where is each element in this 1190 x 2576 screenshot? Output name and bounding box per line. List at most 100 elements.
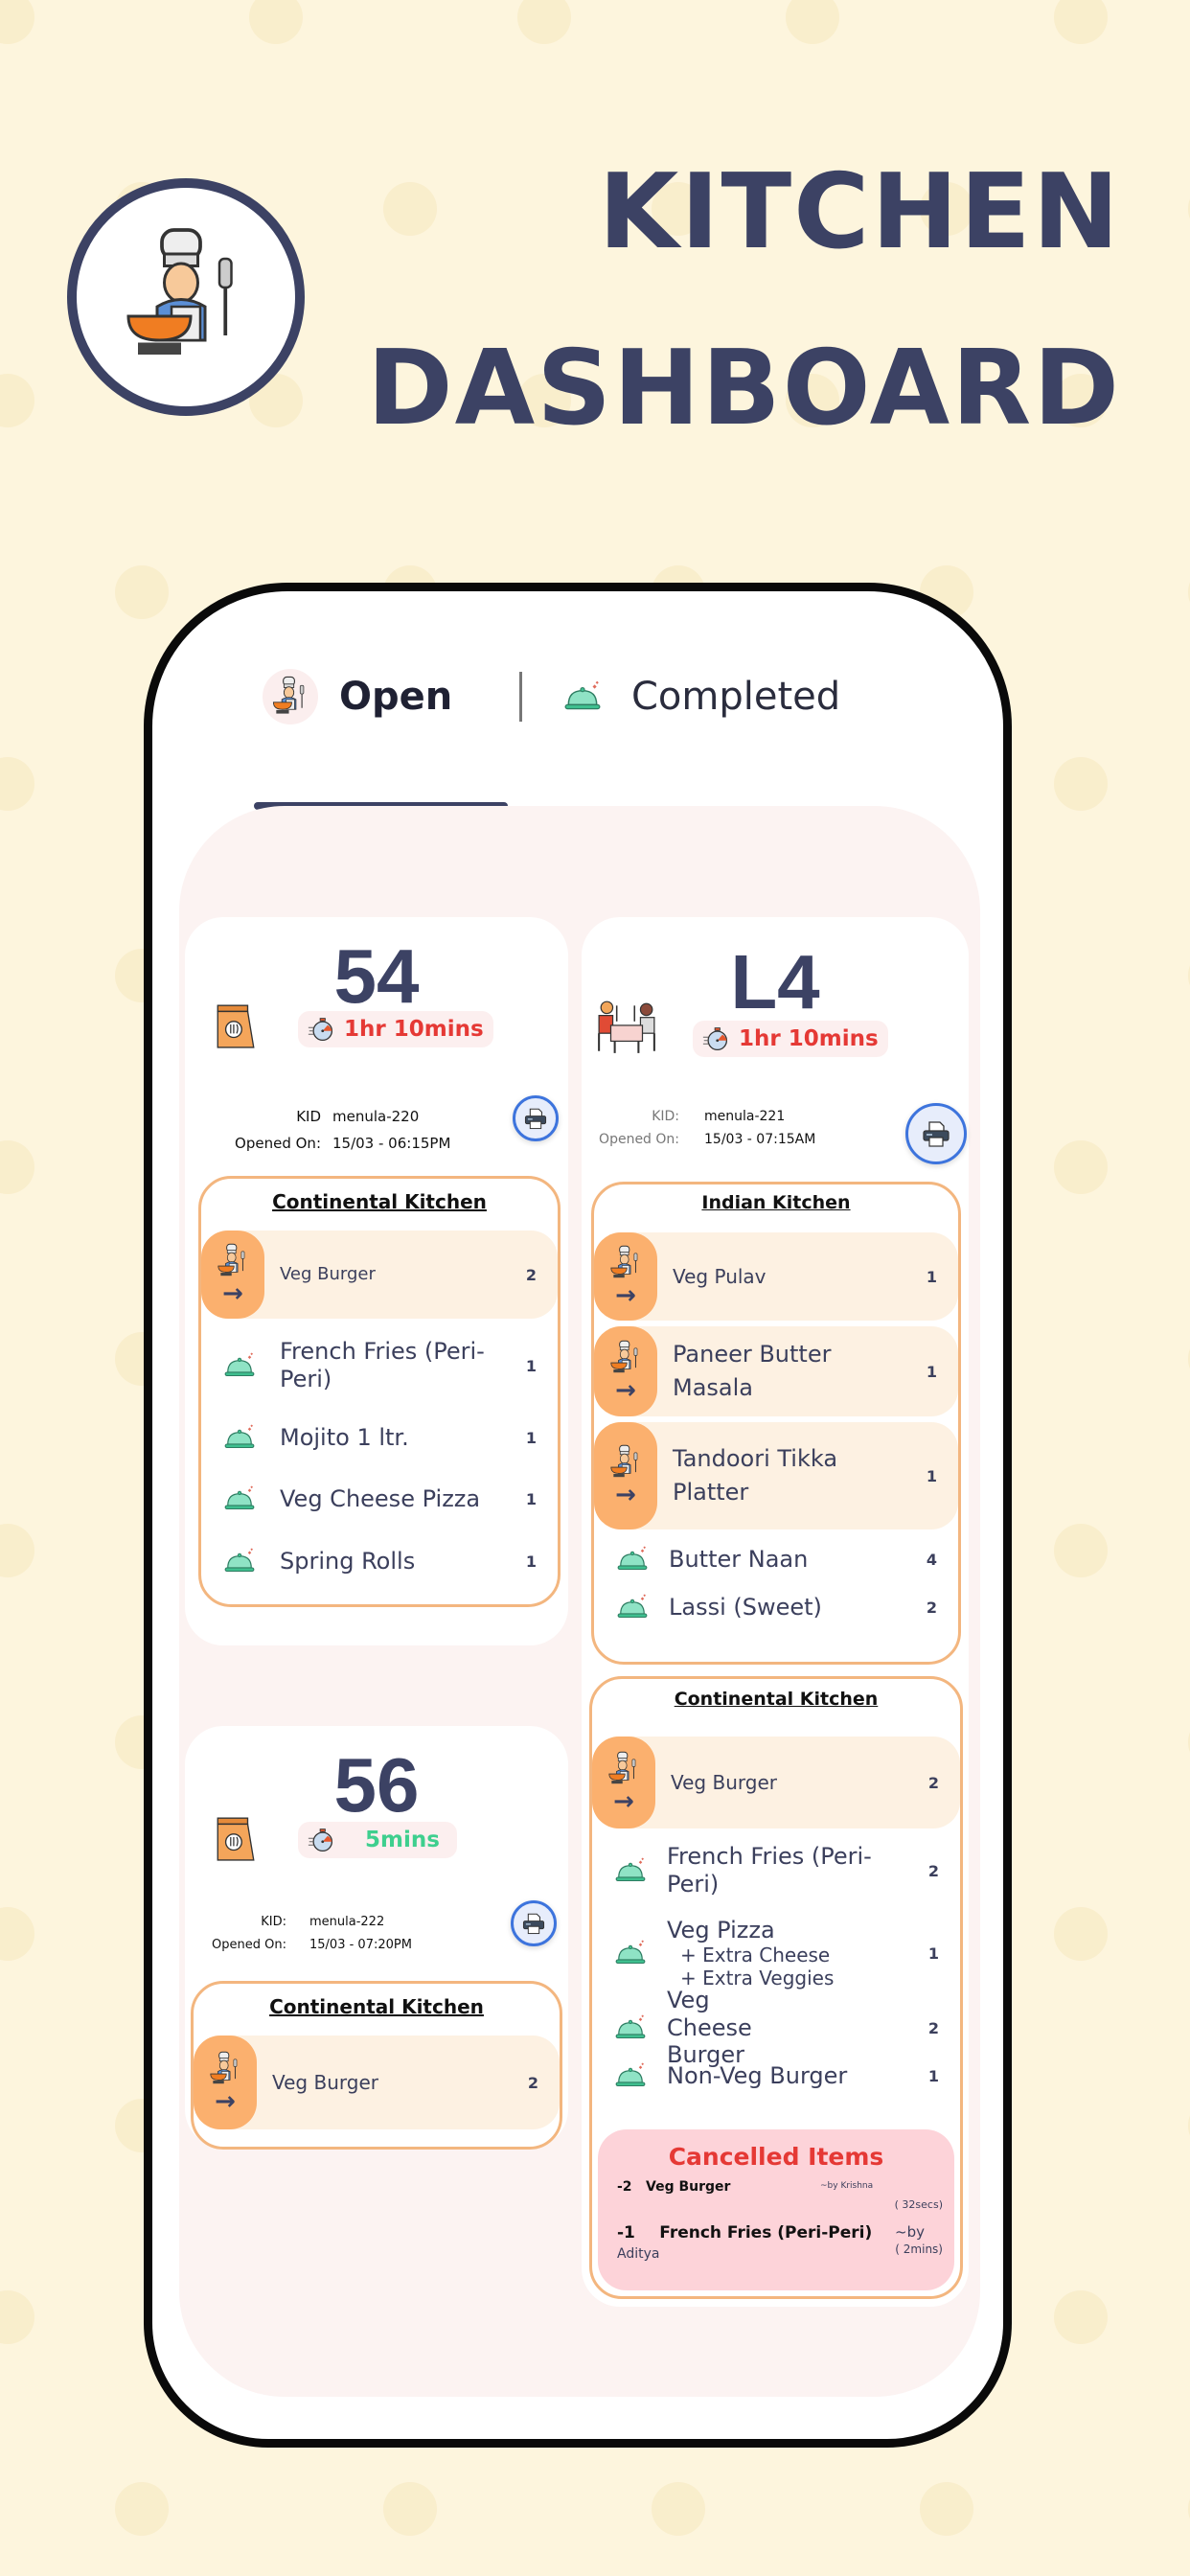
mark-ready-button[interactable]: → — [594, 1326, 657, 1416]
item-qty: 2 — [927, 1773, 939, 1792]
background-food-motif — [1054, 1524, 1108, 1577]
kid-label: KID: — [261, 1914, 286, 1929]
item-name: Veg Burger — [272, 2071, 378, 2094]
tab-completed-label: Completed — [631, 675, 841, 719]
cancelled-time: ( 32secs) — [894, 2198, 943, 2211]
background-food-motif — [115, 2482, 169, 2536]
background-food-motif — [383, 182, 437, 236]
cloche-icon — [201, 1485, 266, 1512]
item-qty: 1 — [525, 1356, 537, 1375]
order-number: 56 — [333, 1742, 420, 1828]
mark-ready-button[interactable]: → — [194, 2036, 257, 2129]
arrow-right-icon: → — [613, 1787, 634, 1816]
print-button[interactable] — [905, 1103, 967, 1164]
order-meta: KID: menula-221 Opened On: 15/03 - 07:15AM — [591, 1105, 815, 1151]
background-food-motif — [0, 0, 34, 44]
opened-on-value: 15/03 - 06:15PM — [332, 1135, 451, 1152]
order-timer: 1hr 10mins — [298, 1011, 493, 1047]
item-name: Paneer Butter Masala — [673, 1341, 832, 1401]
opened-on-value: 15/03 - 07:20PM — [309, 1937, 412, 1952]
printer-icon — [921, 1118, 951, 1149]
kid-value: menula-221 — [704, 1109, 786, 1124]
item-name: Veg Burger — [280, 1264, 376, 1285]
order-timer: 1hr 10mins — [693, 1021, 888, 1057]
kitchen-title: Indian Kitchen — [701, 1192, 851, 1213]
print-button[interactable] — [511, 1900, 557, 1946]
cloche-icon — [594, 1546, 659, 1573]
timer-value: 1hr 10mins — [344, 1017, 484, 1042]
order-meta: KID menula-220 Opened On: 15/03 - 06:15PM — [208, 1103, 450, 1157]
background-food-motif — [1054, 757, 1108, 811]
chef-icon — [606, 1751, 642, 1787]
chef-icon — [263, 669, 318, 724]
order-item-ready: Veg Cheese Pizza 1 — [201, 1468, 558, 1530]
chef-icon — [607, 1340, 644, 1376]
item-with-addons: Veg Pizza + Extra Cheese + Extra Veggies — [657, 1917, 901, 1990]
cancelled-name: French Fries (Peri-Peri) — [659, 2223, 873, 2242]
item-qty: 2 — [527, 2073, 538, 2092]
arrow-right-icon: → — [615, 1281, 636, 1310]
mark-ready-button[interactable]: → — [201, 1230, 264, 1319]
kid-label: KID: — [652, 1109, 679, 1124]
kid-value: menula-220 — [332, 1108, 420, 1125]
background-food-motif — [115, 565, 169, 619]
order-item-ready: French Fries (Peri-Peri) 1 — [201, 1324, 558, 1407]
order-item-ready: French Fries (Peri-Peri) 2 — [592, 1834, 960, 1907]
kitchen-section: Continental Kitchen → Veg Burger 2 — [191, 1981, 562, 2150]
takeaway-bag-icon — [214, 1001, 258, 1049]
background-food-motif — [1054, 1140, 1108, 1194]
mark-ready-button[interactable]: → — [594, 1422, 657, 1530]
tab-open[interactable]: Open — [263, 658, 452, 735]
item-qty: 2 — [927, 2018, 939, 2037]
arrow-right-icon: → — [215, 2087, 236, 2116]
order-item-in-progress: → Veg Burger 2 — [201, 1230, 558, 1319]
item-name: Tandoori Tikka Platter — [673, 1445, 838, 1506]
kid-label: KID — [296, 1108, 321, 1125]
order-timer: 5mins — [298, 1822, 457, 1858]
kitchen-section: Indian Kitchen → Veg Pulav 1 → Paneer Bu… — [591, 1182, 961, 1665]
cancelled-qty: -1 — [617, 2223, 635, 2242]
background-food-motif — [1054, 2290, 1108, 2344]
item-qty: 4 — [926, 1550, 937, 1569]
printer-icon — [521, 1911, 546, 1936]
item-qty: 1 — [926, 1362, 937, 1381]
background-food-motif — [1054, 1907, 1108, 1961]
background-food-motif — [786, 0, 839, 44]
item-name: Butter Naan — [669, 1545, 809, 1573]
cancelled-name: Veg Burger — [646, 2179, 731, 2195]
item-name: French Fries (Peri-Peri) — [280, 1338, 485, 1392]
arrow-right-icon: → — [222, 1279, 243, 1308]
order-item-ready: Spring Rolls 1 — [201, 1530, 558, 1593]
arrow-right-icon: → — [615, 1376, 636, 1405]
tab-completed[interactable]: Completed — [555, 658, 840, 735]
cancelled-items: Cancelled Items -2 Veg Burger ~by Krishn… — [598, 2129, 954, 2290]
cancelled-by: ~by Krishna — [820, 2181, 874, 2191]
orders-area: 54 1hr 10mins KID menula-220 Opened On: 15… — [179, 806, 980, 2397]
cancelled-title: Cancelled Items — [668, 2143, 884, 2171]
order-item-ready: Veg Pizza + Extra Cheese + Extra Veggies… — [592, 1907, 960, 1999]
chef-icon — [215, 1243, 251, 1279]
item-qty: 1 — [525, 1552, 537, 1571]
cancelled-item: -2 Veg Burger ~by Krishna ( 32secs) — [617, 2179, 943, 2211]
chef-logo — [67, 178, 305, 416]
order-item-in-progress: → Veg Pulav 1 — [594, 1232, 958, 1321]
cancelled-by: ~by — [895, 2223, 925, 2241]
item-name: Non-Veg Burger — [667, 2061, 848, 2089]
mark-ready-button[interactable]: → — [592, 1736, 655, 1828]
cancelled-time: ( 2mins) — [895, 2242, 943, 2256]
order-item-ready: Mojito 1 ltr. 1 — [201, 1407, 558, 1468]
order-card: L4 1hr 10mins KID: menula-221 Opened On: 1… — [582, 917, 969, 2307]
background-food-motif — [652, 2482, 705, 2536]
order-item-in-progress: → Veg Burger 2 — [194, 2036, 560, 2129]
background-food-motif — [0, 1907, 34, 1961]
cancelled-item: -1 French Fries (Peri-Peri) ~by Aditya (… — [617, 2223, 943, 2262]
print-button[interactable] — [513, 1095, 559, 1141]
item-name: Veg Pizza — [667, 1916, 775, 1944]
cloche-icon — [201, 1548, 266, 1575]
item-name: Veg Burger — [671, 1771, 777, 1794]
kitchen-section: Continental Kitchen → Veg Burger 2 Frenc… — [198, 1176, 561, 1607]
order-item-in-progress: → Tandoori Tikka Platter 1 — [594, 1422, 958, 1530]
mark-ready-button[interactable]: → — [594, 1232, 657, 1321]
background-food-motif — [0, 1140, 34, 1194]
item-qty: 1 — [525, 1489, 537, 1508]
